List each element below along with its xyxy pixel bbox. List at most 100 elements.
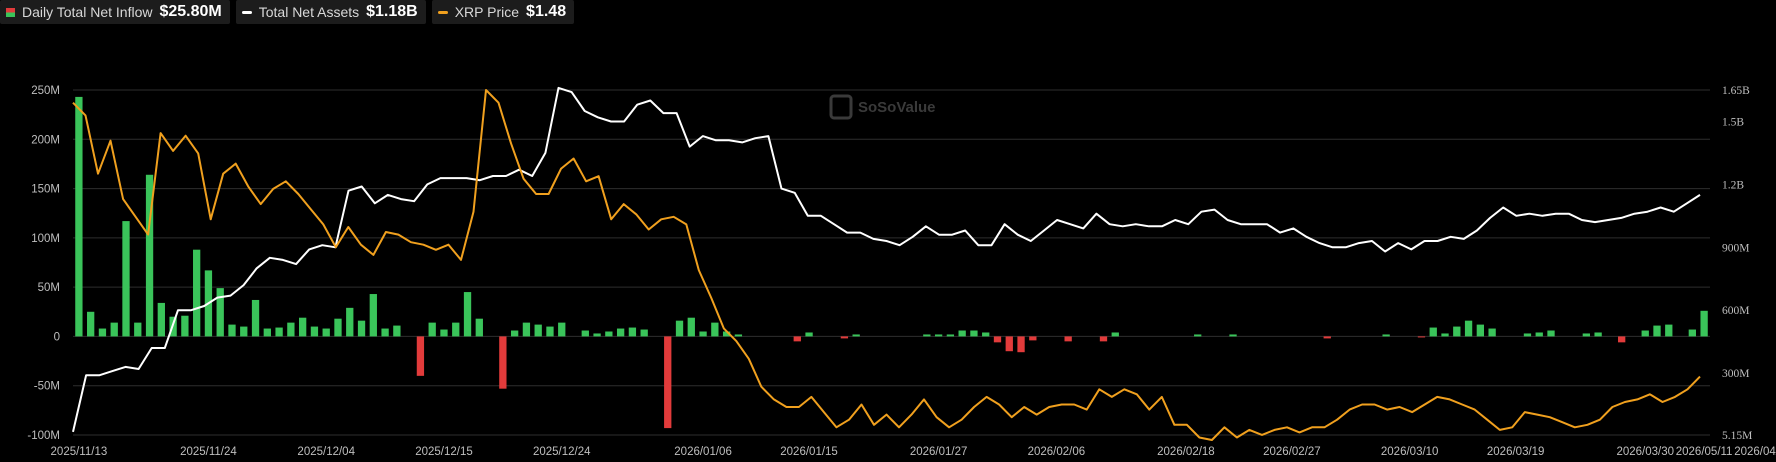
inflow-bar[interactable]	[1535, 332, 1543, 337]
inflow-bar[interactable]	[1547, 330, 1555, 337]
inflow-bar[interactable]	[1194, 334, 1202, 337]
inflow-bar[interactable]	[510, 330, 519, 337]
inflow-bar[interactable]	[1453, 326, 1461, 337]
inflow-bar[interactable]	[1488, 328, 1496, 337]
inflow-bar[interactable]	[499, 336, 507, 389]
inflow-bar[interactable]	[122, 221, 130, 337]
inflow-bar[interactable]	[805, 332, 813, 337]
right-tick-label: 1.5B	[1722, 116, 1744, 128]
inflow-bar[interactable]	[1029, 336, 1037, 341]
inflow-bar[interactable]	[369, 294, 377, 337]
inflow-bar[interactable]	[357, 320, 366, 337]
inflow-bar[interactable]	[605, 331, 613, 337]
inflow-bar[interactable]	[463, 292, 472, 337]
x-tick-label: 2026/03/10	[1381, 446, 1439, 458]
inflow-bar[interactable]	[664, 336, 672, 429]
inflow-bar[interactable]	[381, 328, 389, 337]
inflow-bar[interactable]	[699, 331, 707, 337]
inflow-bar[interactable]	[181, 315, 189, 337]
inflow-bar[interactable]	[1653, 325, 1661, 337]
inflow-bar[interactable]	[1582, 333, 1590, 337]
inflow-bar[interactable]	[581, 330, 589, 337]
inflow-bar[interactable]	[157, 302, 165, 337]
inflow-bar[interactable]	[1417, 336, 1426, 338]
inflow-bar[interactable]	[1111, 332, 1119, 337]
inflow-bar[interactable]	[346, 307, 354, 337]
inflow-bar[interactable]	[240, 326, 248, 337]
inflow-bar[interactable]	[1594, 332, 1602, 337]
inflow-bar[interactable]	[310, 326, 319, 337]
inflow-bar[interactable]	[687, 317, 695, 337]
inflow-bar[interactable]	[440, 329, 448, 337]
inflow-bar[interactable]	[993, 336, 1002, 343]
inflow-bar[interactable]	[263, 328, 271, 337]
inflow-bar[interactable]	[1523, 333, 1532, 337]
inflow-bar[interactable]	[1641, 330, 1649, 337]
inflow-bar[interactable]	[1700, 310, 1708, 337]
sosovalue-watermark: SoSoValue	[829, 94, 936, 120]
inflow-bar[interactable]	[110, 322, 118, 337]
inflow-bar[interactable]	[1099, 336, 1108, 342]
inflow-bar[interactable]	[1382, 334, 1390, 337]
inflow-bar[interactable]	[1618, 336, 1626, 343]
inflow-bar[interactable]	[558, 322, 566, 337]
inflow-bar[interactable]	[616, 328, 625, 337]
inflow-bar[interactable]	[522, 322, 531, 337]
inflow-bar[interactable]	[1464, 320, 1473, 337]
inflow-bar[interactable]	[1688, 329, 1696, 337]
inflow-bar[interactable]	[982, 332, 990, 337]
etf-flow-chart[interactable]: SoSoValue 250M200M150M100M50M0-50M-100M …	[0, 0, 1776, 462]
inflow-bar[interactable]	[251, 299, 260, 337]
inflow-bar[interactable]	[75, 96, 83, 337]
inflow-bar[interactable]	[934, 334, 943, 337]
inflow-bar[interactable]	[475, 318, 483, 337]
inflow-bar[interactable]	[416, 336, 425, 376]
inflow-bar[interactable]	[1323, 336, 1331, 339]
inflow-bar[interactable]	[452, 322, 460, 337]
xrp-price-line	[72, 89, 1701, 441]
inflow-bar[interactable]	[1665, 324, 1673, 337]
left-tick-label: -50M	[34, 381, 60, 393]
x-tick-label: 2026/02/06	[1028, 446, 1086, 458]
inflow-bar[interactable]	[793, 336, 801, 342]
inflow-bar[interactable]	[1017, 336, 1025, 353]
inflow-bar[interactable]	[534, 324, 542, 337]
inflow-bar[interactable]	[711, 322, 719, 337]
inflow-bar[interactable]	[675, 320, 684, 337]
inflow-bar[interactable]	[1429, 327, 1437, 337]
inflow-bar[interactable]	[334, 318, 342, 337]
inflow-bar[interactable]	[1005, 336, 1013, 352]
watermark-text: SoSoValue	[858, 99, 936, 116]
xrp-price-polyline	[72, 89, 1701, 441]
inflow-bar[interactable]	[98, 328, 107, 337]
inflow-bar[interactable]	[970, 330, 978, 337]
inflow-bar[interactable]	[322, 328, 330, 337]
inflow-bar[interactable]	[428, 322, 436, 337]
inflow-bar[interactable]	[287, 322, 295, 337]
inflow-bar[interactable]	[193, 249, 201, 337]
inflow-bar[interactable]	[216, 288, 224, 337]
inflow-bar[interactable]	[393, 325, 401, 337]
inflow-bar[interactable]	[958, 330, 966, 337]
inflow-bar[interactable]	[1229, 334, 1237, 337]
inflow-bar[interactable]	[546, 326, 554, 337]
inflow-bar[interactable]	[1441, 333, 1449, 337]
inflow-bar[interactable]	[1476, 324, 1484, 337]
inflow-bar[interactable]	[734, 334, 743, 337]
inflow-bar[interactable]	[946, 334, 955, 337]
inflow-bar[interactable]	[228, 324, 236, 337]
inflow-bar[interactable]	[134, 322, 142, 337]
inflow-bar[interactable]	[628, 327, 637, 337]
inflow-bar[interactable]	[840, 336, 849, 339]
inflow-bar[interactable]	[1064, 336, 1072, 342]
inflow-bar[interactable]	[852, 334, 860, 337]
inflow-bar[interactable]	[923, 334, 931, 337]
inflow-bar[interactable]	[299, 317, 307, 337]
inflow-bar[interactable]	[275, 327, 283, 337]
sosovalue-logo-icon	[829, 94, 853, 120]
right-tick-label: 600M	[1722, 305, 1749, 317]
inflow-bar[interactable]	[87, 311, 95, 337]
left-tick-label: -100M	[27, 430, 60, 442]
inflow-bar[interactable]	[640, 329, 648, 337]
inflow-bar[interactable]	[593, 333, 601, 337]
